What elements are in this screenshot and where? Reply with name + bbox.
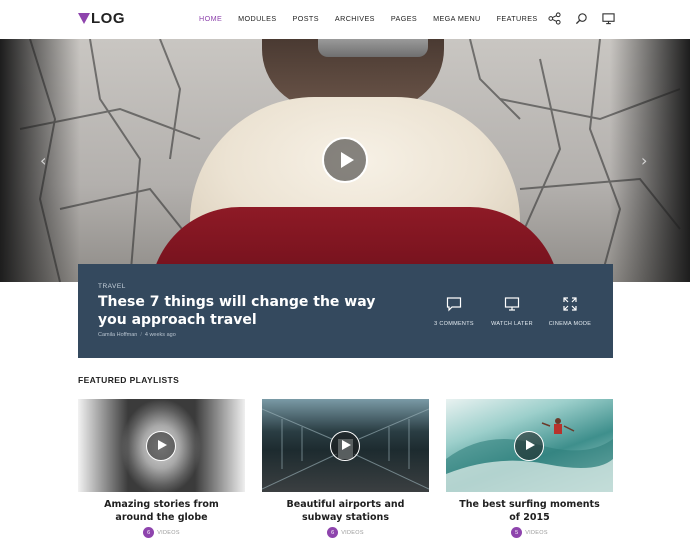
playlist-thumbnail-surfing[interactable] — [446, 399, 613, 492]
monitor-icon[interactable] — [602, 12, 615, 25]
site-header: LOG HOME MODULES POSTS ARCHIVES PAGES ME… — [0, 0, 690, 39]
playlist-title[interactable]: The best surfing moments of 2015 — [446, 498, 613, 524]
playlist-title-line: Beautiful airports and — [286, 499, 405, 510]
featured-playlists-heading: FEATURED PLAYLISTS — [78, 375, 180, 385]
hero-author[interactable]: Camila Hoffman — [98, 332, 137, 338]
video-count-badge: 6 — [327, 527, 339, 538]
playlist-play-button[interactable] — [146, 431, 176, 461]
playlist-card[interactable]: The best surfing moments of 2015 5 VIDEO… — [446, 399, 613, 538]
nav-pages[interactable]: PAGES — [391, 14, 417, 23]
video-count-badge: 6 — [143, 527, 155, 538]
playlist-title-line: subway stations — [302, 512, 389, 523]
hero-title[interactable]: These 7 things will change the way you a… — [98, 293, 388, 329]
nav-archives[interactable]: ARCHIVES — [335, 14, 375, 23]
playlist-thumbnail-subway[interactable] — [262, 399, 429, 492]
meta-separator: / — [140, 332, 142, 338]
logo-text: LOG — [91, 10, 125, 27]
search-icon[interactable] — [575, 12, 588, 25]
videos-label: VIDEOS — [525, 529, 548, 536]
playlist-title[interactable]: Beautiful airports and subway stations — [262, 498, 429, 524]
videos-label: VIDEOS — [341, 529, 364, 536]
playlist-thumbnail-old-man[interactable] — [78, 399, 245, 492]
expand-icon — [563, 297, 577, 311]
nav-home[interactable]: HOME — [199, 14, 222, 23]
hero-video[interactable]: ‹ › — [0, 39, 690, 282]
playlist-title-line: The best surfing moments — [459, 499, 600, 510]
playlist-meta: 6 VIDEOS — [262, 527, 429, 538]
comments-button[interactable]: 3 COMMENTS — [425, 296, 483, 327]
share-icon[interactable] — [548, 12, 561, 25]
hero-play-button[interactable] — [322, 137, 368, 183]
nav-mega-menu[interactable]: MEGA MENU — [433, 14, 481, 23]
video-count-badge: 5 — [511, 527, 523, 538]
hero-info-card: TRAVEL These 7 things will change the wa… — [78, 264, 613, 358]
hero-meta: Camila Hoffman/4 weeks ago — [98, 332, 176, 338]
watch-later-button[interactable]: WATCH LATER — [483, 296, 541, 327]
hero-vignette-right — [610, 39, 690, 282]
watch-later-icon — [504, 297, 520, 311]
header-icons — [548, 12, 615, 25]
playlist-title-line: Amazing stories from — [104, 499, 219, 510]
nav-features[interactable]: FEATURES — [497, 14, 538, 23]
playlist-title-line: of 2015 — [509, 512, 550, 523]
comments-label: 3 COMMENTS — [434, 321, 474, 327]
playlist-play-button[interactable] — [514, 431, 544, 461]
hero-crown — [318, 39, 428, 57]
playlist-card[interactable]: Amazing stories from around the globe 6 … — [78, 399, 245, 538]
videos-label: VIDEOS — [157, 529, 180, 536]
comment-icon — [446, 297, 462, 312]
hero-category[interactable]: TRAVEL — [98, 283, 126, 290]
playlist-title[interactable]: Amazing stories from around the globe — [78, 498, 245, 524]
cinema-mode-button[interactable]: CINEMA MODE — [541, 296, 599, 327]
nav-posts[interactable]: POSTS — [293, 14, 319, 23]
main-nav: HOME MODULES POSTS ARCHIVES PAGES MEGA M… — [199, 14, 554, 23]
hero-actions: 3 COMMENTS WATCH LATER CINEMA MODE — [425, 296, 599, 327]
site-logo[interactable]: LOG — [78, 11, 125, 26]
logo-v-mark — [78, 13, 90, 24]
watch-later-label: WATCH LATER — [491, 321, 533, 327]
hero-prev-arrow-icon[interactable]: ‹ — [40, 151, 46, 170]
playlist-title-line: around the globe — [115, 512, 208, 523]
nav-modules[interactable]: MODULES — [238, 14, 276, 23]
hero-next-arrow-icon[interactable]: › — [641, 151, 647, 170]
playlist-card[interactable]: Beautiful airports and subway stations 6… — [262, 399, 429, 538]
hero-time: 4 weeks ago — [144, 332, 176, 338]
playlist-play-button[interactable] — [330, 431, 360, 461]
playlist-meta: 6 VIDEOS — [78, 527, 245, 538]
playlist-meta: 5 VIDEOS — [446, 527, 613, 538]
cinema-mode-label: CINEMA MODE — [548, 321, 592, 327]
